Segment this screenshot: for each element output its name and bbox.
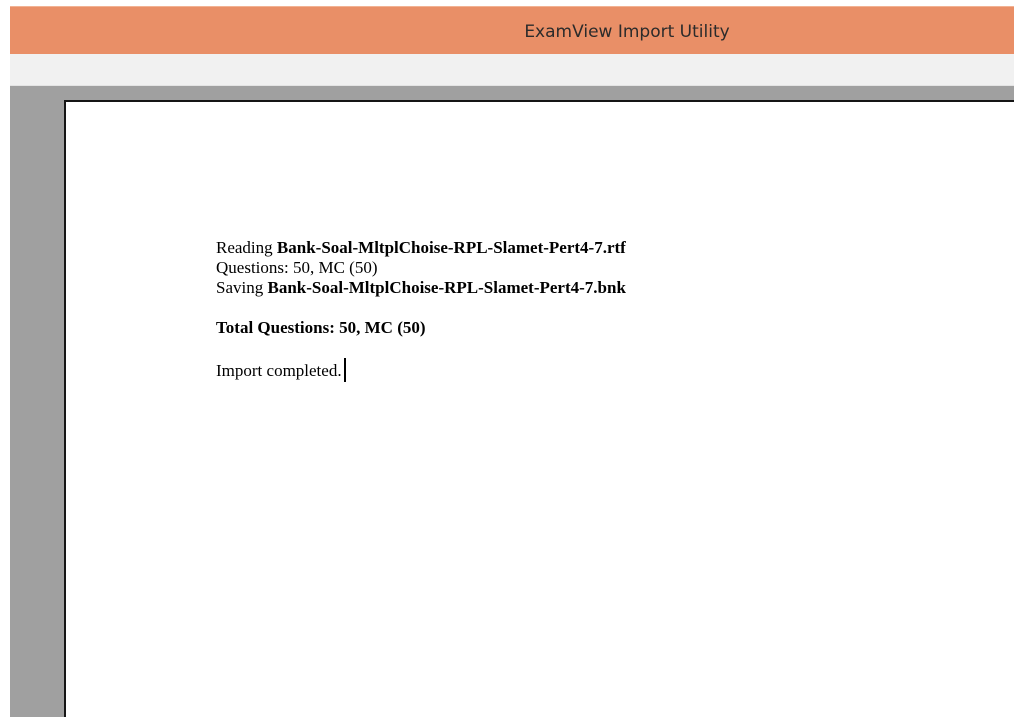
document-page[interactable]: Reading Bank-Soal-MltplChoise-RPL-Slamet…: [64, 100, 1014, 717]
questions-line: Questions: 50, MC (50): [216, 258, 378, 277]
saving-line: Saving Bank-Soal-MltplChoise-RPL-Slamet-…: [216, 278, 626, 298]
title-bar[interactable]: ExamView Import Utility: [10, 6, 1014, 54]
window-title: ExamView Import Utility: [524, 22, 730, 42]
saving-prefix: Saving: [216, 278, 264, 297]
document-workspace: Reading Bank-Soal-MltplChoise-RPL-Slamet…: [10, 86, 1014, 717]
import-status: Import completed.: [216, 361, 342, 380]
text-cursor: [343, 358, 346, 382]
reading-file: Bank-Soal-MltplChoise-RPL-Slamet-Pert4-7…: [276, 238, 626, 257]
import-log[interactable]: Reading Bank-Soal-MltplChoise-RPL-Slamet…: [216, 238, 626, 382]
reading-line: Reading Bank-Soal-MltplChoise-RPL-Slamet…: [216, 238, 626, 258]
total-questions-line: Total Questions: 50, MC (50): [216, 318, 426, 337]
saving-file: Bank-Soal-MltplChoise-RPL-Slamet-Pert4-7…: [267, 278, 626, 297]
menu-bar: [10, 54, 1014, 86]
reading-prefix: Reading: [216, 238, 273, 257]
status-line-row: Import completed.: [216, 358, 626, 382]
